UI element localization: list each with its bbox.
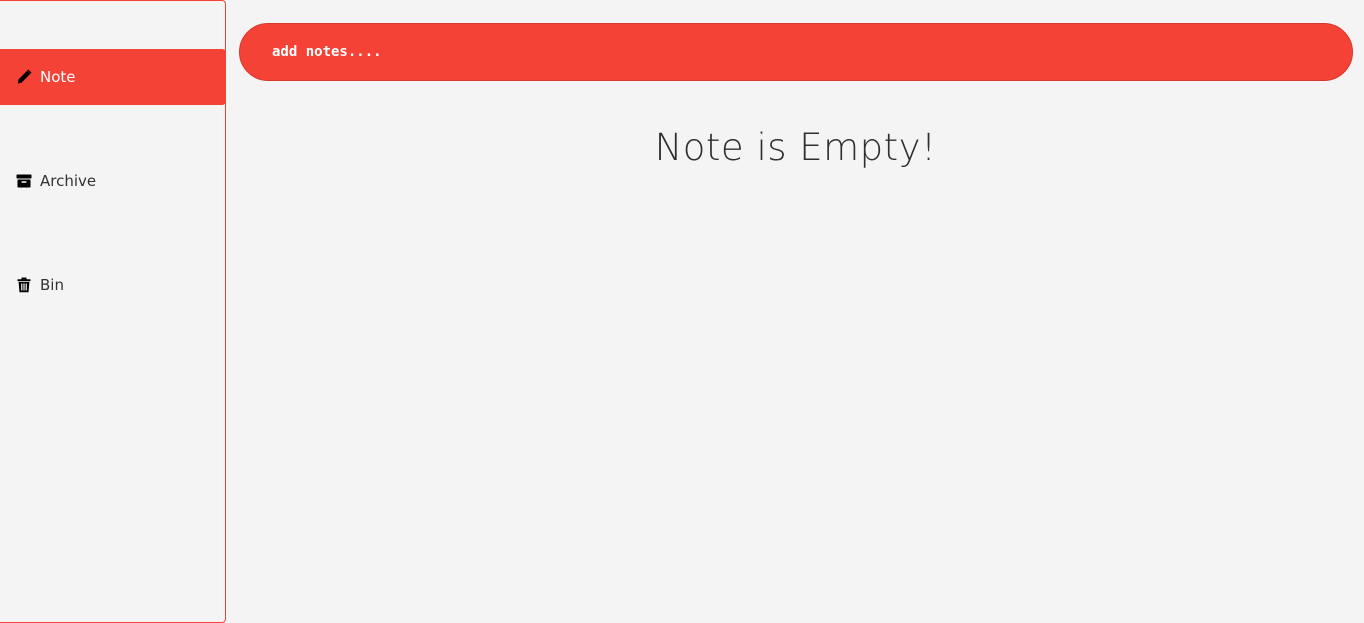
sidebar-item-label: Archive bbox=[40, 172, 97, 190]
sidebar-item-archive[interactable]: Archive bbox=[0, 153, 226, 209]
sidebar-item-label: Note bbox=[40, 68, 76, 86]
sidebar-item-note[interactable]: Note bbox=[0, 49, 226, 105]
sidebar-item-label: Bin bbox=[40, 276, 64, 294]
trash-icon bbox=[16, 277, 32, 293]
pencil-icon bbox=[16, 69, 32, 85]
sidebar: Note Archive Bin bbox=[0, 0, 226, 623]
notes-app: Note Archive Bin add notes.... Note is E… bbox=[0, 0, 1364, 623]
sidebar-item-bin[interactable]: Bin bbox=[0, 257, 226, 313]
add-note-input[interactable] bbox=[239, 23, 1353, 81]
empty-state-message: Note is Empty! bbox=[654, 126, 937, 169]
archive-icon bbox=[16, 173, 32, 189]
main-content: Note is Empty! bbox=[227, 0, 1364, 623]
